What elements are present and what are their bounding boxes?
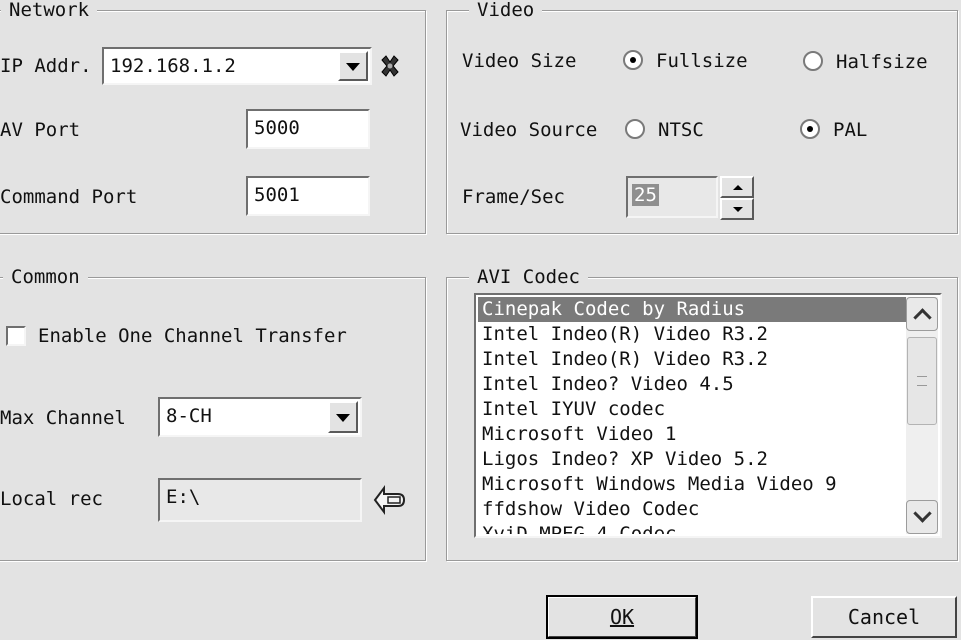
list-item[interactable]: Cinepak Codec by Radius bbox=[478, 297, 906, 322]
delete-ip-icon[interactable] bbox=[378, 54, 402, 78]
ip-address-value: 192.168.1.2 bbox=[110, 55, 236, 77]
command-port-value: 5001 bbox=[254, 184, 300, 206]
av-port-label: AV Port bbox=[0, 119, 81, 141]
ip-address-combobox[interactable]: 192.168.1.2 bbox=[102, 47, 372, 85]
av-port-input[interactable]: 5000 bbox=[246, 109, 370, 149]
command-port-input[interactable]: 5001 bbox=[246, 176, 370, 216]
list-item[interactable]: Intel Indeo(R) Video R3.2 bbox=[478, 347, 906, 372]
frame-per-sec-spinner[interactable] bbox=[720, 176, 754, 220]
list-item[interactable]: Intel Indeo(R) Video R3.2 bbox=[478, 322, 906, 347]
halfsize-radio[interactable] bbox=[803, 51, 823, 71]
spin-up-button[interactable] bbox=[720, 176, 754, 198]
scroll-down-button[interactable] bbox=[906, 500, 938, 534]
list-item[interactable]: Microsoft Video 1 bbox=[478, 422, 906, 447]
local-rec-value: E:\ bbox=[166, 486, 201, 508]
ntsc-option-label[interactable]: NTSC bbox=[658, 118, 704, 142]
fullsize-radio[interactable] bbox=[623, 50, 643, 70]
frame-per-sec-input[interactable]: 25 bbox=[626, 176, 718, 218]
ntsc-radio[interactable] bbox=[625, 119, 645, 139]
network-legend: Network bbox=[1, 0, 98, 21]
list-item[interactable]: Intel IYUV codec bbox=[478, 397, 906, 422]
fullsize-option-label[interactable]: Fullsize bbox=[656, 49, 748, 73]
scroll-up-button[interactable] bbox=[906, 297, 938, 331]
ok-button-label: OK bbox=[609, 605, 635, 629]
max-channel-label: Max Channel bbox=[0, 407, 126, 429]
ok-button[interactable]: OK bbox=[546, 595, 698, 639]
list-item[interactable]: XviD MPEG-4 Codec bbox=[478, 522, 906, 534]
common-legend: Common bbox=[3, 266, 88, 288]
video-source-label: Video Source bbox=[460, 119, 598, 141]
browse-folder-icon[interactable] bbox=[372, 484, 408, 516]
local-rec-label: Local rec bbox=[0, 488, 103, 510]
enable-one-channel-checkbox[interactable] bbox=[6, 326, 26, 346]
frame-per-sec-value: 25 bbox=[632, 184, 659, 206]
av-port-value: 5000 bbox=[254, 117, 300, 139]
command-port-label: Command Port bbox=[0, 186, 138, 208]
enable-one-channel-label[interactable]: Enable One Channel Transfer bbox=[38, 324, 347, 348]
max-channel-value: 8-CH bbox=[166, 405, 212, 427]
cancel-button-label: Cancel bbox=[847, 605, 921, 629]
list-item[interactable]: Microsoft Windows Media Video 9 bbox=[478, 472, 906, 497]
pal-option-label[interactable]: PAL bbox=[833, 118, 867, 142]
frame-per-sec-label: Frame/Sec bbox=[462, 186, 565, 208]
ip-address-label: IP Addr. bbox=[0, 55, 92, 77]
pal-radio[interactable] bbox=[800, 119, 820, 139]
avi-codec-scrollbar[interactable] bbox=[906, 297, 938, 534]
list-item[interactable]: Ligos Indeo? XP Video 5.2 bbox=[478, 447, 906, 472]
scroll-thumb[interactable] bbox=[907, 337, 937, 425]
list-item[interactable]: Intel Indeo? Video 4.5 bbox=[478, 372, 906, 397]
video-legend: Video bbox=[469, 0, 543, 21]
ip-dropdown-button[interactable] bbox=[338, 51, 368, 81]
avi-codec-listbox[interactable]: Cinepak Codec by Radius Intel Indeo(R) V… bbox=[474, 293, 942, 538]
avi-codec-list: Cinepak Codec by Radius Intel Indeo(R) V… bbox=[478, 297, 906, 534]
halfsize-option-label[interactable]: Halfsize bbox=[836, 50, 928, 74]
list-item[interactable]: ffdshow Video Codec bbox=[478, 497, 906, 522]
cancel-button[interactable]: Cancel bbox=[811, 596, 957, 638]
spin-down-button[interactable] bbox=[720, 198, 754, 220]
max-channel-dropdown-button[interactable] bbox=[328, 401, 358, 433]
video-size-label: Video Size bbox=[462, 50, 577, 72]
avi-codec-legend: AVI Codec bbox=[469, 266, 588, 288]
max-channel-combobox[interactable]: 8-CH bbox=[158, 397, 362, 437]
local-rec-input[interactable]: E:\ bbox=[158, 478, 362, 522]
